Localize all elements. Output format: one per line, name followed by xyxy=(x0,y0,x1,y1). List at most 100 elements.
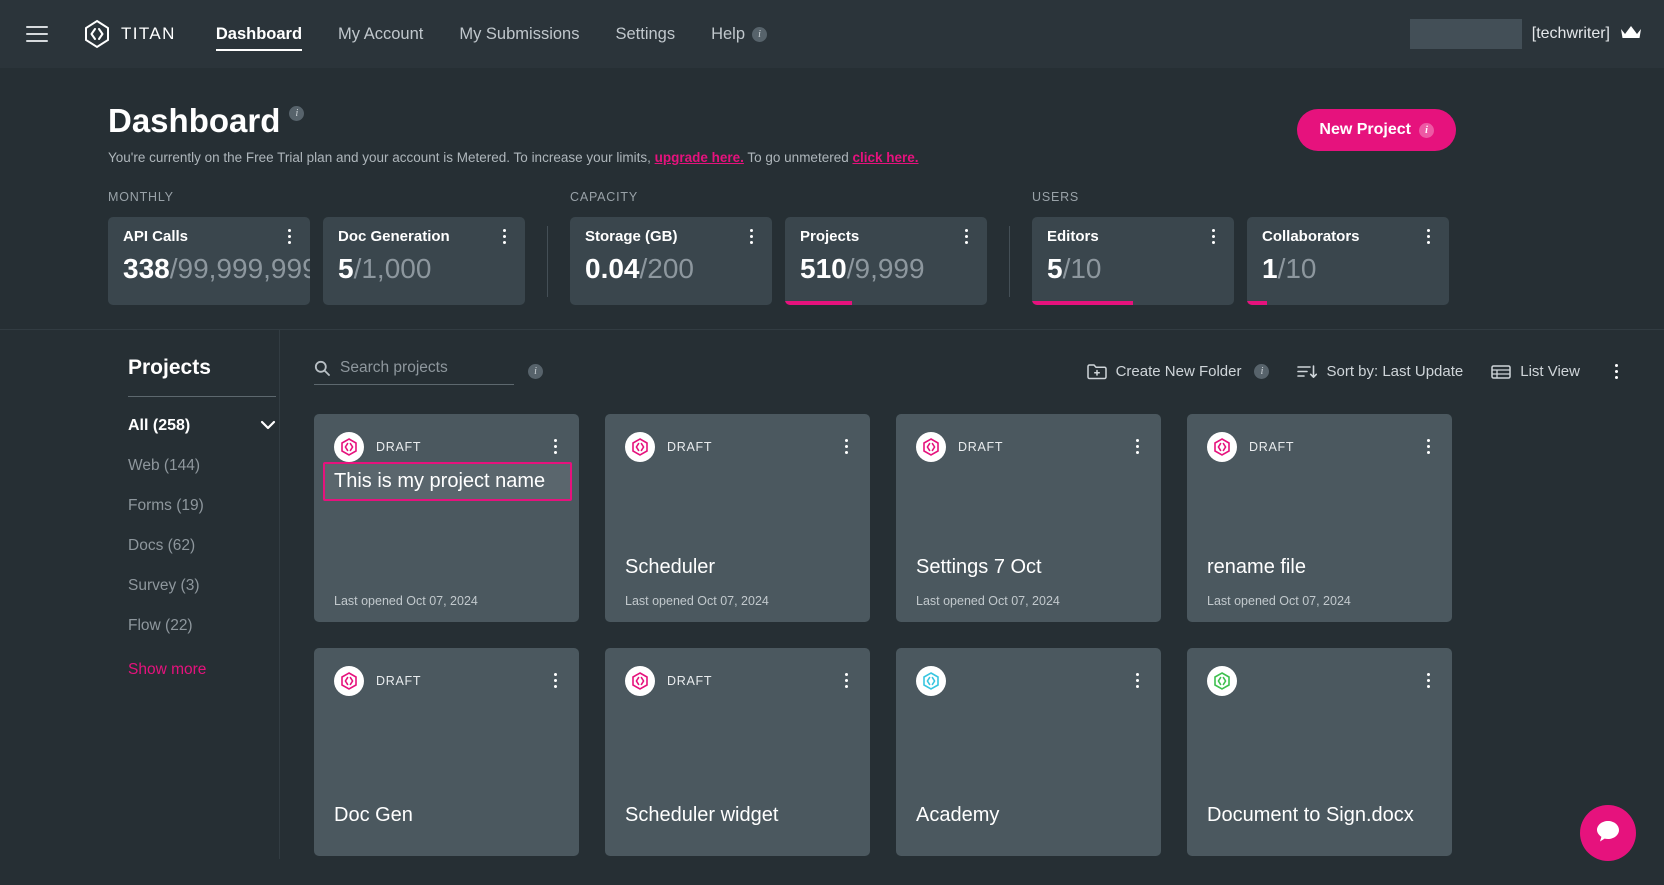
metric-card-projects-progress xyxy=(785,301,852,305)
project-type-icon xyxy=(625,666,655,696)
metric-card-storage-menu-icon[interactable] xyxy=(743,228,759,246)
metric-card-collaborators[interactable]: Collaborators 1/10 xyxy=(1247,217,1449,305)
sidebar-item-survey[interactable]: Survey (3) xyxy=(128,577,279,595)
dashboard-info-icon[interactable]: i xyxy=(289,106,304,121)
chevron-down-icon[interactable] xyxy=(260,417,276,435)
metric-card-doc-generation-menu-icon[interactable] xyxy=(496,228,512,246)
metric-group-users: USERS Editors 5/10 Collaborators xyxy=(1032,190,1449,305)
project-status-badge: DRAFT xyxy=(376,440,421,454)
redacted-account-field xyxy=(1410,19,1522,49)
projects-sidebar: Projects All (258) Web (144) Forms (19) … xyxy=(0,330,280,859)
project-card[interactable]: DRAFT Doc Gen xyxy=(314,648,579,856)
project-card[interactable]: DRAFT Scheduler widget xyxy=(605,648,870,856)
metric-card-storage[interactable]: Storage (GB) 0.04/200 xyxy=(570,217,772,305)
project-last-opened: Last opened Oct 07, 2024 xyxy=(916,594,1145,608)
metric-card-editors-limit: /10 xyxy=(1063,253,1102,284)
metric-card-editors[interactable]: Editors 5/10 xyxy=(1032,217,1234,305)
project-card-menu-icon[interactable] xyxy=(1129,438,1145,456)
project-name[interactable]: Settings 7 Oct xyxy=(916,555,1145,580)
brand-logo[interactable]: TITAN xyxy=(82,19,176,49)
project-name[interactable]: Academy xyxy=(916,803,1145,828)
project-card-menu-icon[interactable] xyxy=(1420,438,1436,456)
sidebar-item-forms[interactable]: Forms (19) xyxy=(128,497,279,515)
click-here-link[interactable]: click here. xyxy=(852,150,918,165)
metric-card-api-calls-value: 338 xyxy=(123,253,170,284)
project-name-input[interactable]: This is my project name xyxy=(323,462,572,501)
project-type-icon xyxy=(916,666,946,696)
sort-by-label: Sort by: Last Update xyxy=(1326,363,1463,380)
project-card-menu-icon[interactable] xyxy=(1129,672,1145,690)
metric-group-capacity-label: CAPACITY xyxy=(570,190,987,204)
project-card[interactable]: DRAFT This is my project name Last opene… xyxy=(314,414,579,622)
metric-card-doc-generation-value: 5 xyxy=(338,253,354,284)
search-projects-box[interactable] xyxy=(314,359,514,385)
sidebar-item-flow[interactable]: Flow (22) xyxy=(128,617,279,635)
metric-card-api-calls-title: API Calls xyxy=(123,228,188,245)
project-name[interactable]: rename file xyxy=(1207,555,1436,580)
project-card-menu-icon[interactable] xyxy=(1420,672,1436,690)
list-view-label: List View xyxy=(1520,363,1580,380)
list-view-button[interactable]: List View xyxy=(1491,363,1580,380)
metric-card-editors-menu-icon[interactable] xyxy=(1205,228,1221,246)
project-name[interactable]: Scheduler widget xyxy=(625,803,854,828)
sidebar-show-more-link[interactable]: Show more xyxy=(128,661,279,679)
nav-link-my-account[interactable]: My Account xyxy=(320,0,441,68)
metric-card-projects-value-row: 510/9,999 xyxy=(800,253,974,285)
project-type-icon xyxy=(1207,432,1237,462)
metric-card-projects[interactable]: Projects 510/9,999 xyxy=(785,217,987,305)
chat-widget-button[interactable] xyxy=(1580,805,1636,861)
new-project-info-icon[interactable]: i xyxy=(1419,123,1434,138)
top-navigation-bar: TITAN Dashboard My Account My Submission… xyxy=(0,0,1664,68)
metric-card-api-calls-menu-icon[interactable] xyxy=(281,228,297,246)
sidebar-item-forms-label: Forms (19) xyxy=(128,497,204,514)
new-project-button[interactable]: New Project i xyxy=(1297,109,1456,151)
project-name[interactable]: Doc Gen xyxy=(334,803,563,828)
metric-card-projects-title: Projects xyxy=(800,228,859,245)
crown-icon xyxy=(1620,24,1642,45)
nav-link-dashboard[interactable]: Dashboard xyxy=(216,0,320,68)
metric-card-projects-value: 510 xyxy=(800,253,847,284)
sort-by-button[interactable]: Sort by: Last Update xyxy=(1297,363,1463,380)
sidebar-item-docs[interactable]: Docs (62) xyxy=(128,537,279,555)
project-card[interactable]: Document to Sign.docx xyxy=(1187,648,1452,856)
nav-link-help[interactable]: Help i xyxy=(693,0,785,68)
project-card-menu-icon[interactable] xyxy=(547,438,563,456)
metric-card-storage-value: 0.04 xyxy=(585,253,640,284)
sidebar-item-flow-label: Flow (22) xyxy=(128,617,193,634)
sidebar-item-web[interactable]: Web (144) xyxy=(128,457,279,475)
project-card-menu-icon[interactable] xyxy=(547,672,563,690)
metric-card-projects-menu-icon[interactable] xyxy=(958,228,974,246)
help-info-icon[interactable]: i xyxy=(752,27,767,42)
upgrade-here-link[interactable]: upgrade here. xyxy=(655,150,744,165)
nav-link-my-submissions[interactable]: My Submissions xyxy=(441,0,597,68)
nav-link-settings[interactable]: Settings xyxy=(597,0,693,68)
create-folder-info-icon[interactable]: i xyxy=(1254,364,1269,379)
project-card[interactable]: DRAFT Settings 7 Oct Last opened Oct 07,… xyxy=(896,414,1161,622)
hamburger-menu-icon[interactable] xyxy=(26,26,48,42)
project-name[interactable]: Document to Sign.docx xyxy=(1207,803,1436,828)
project-card-menu-icon[interactable] xyxy=(838,438,854,456)
metric-card-doc-generation[interactable]: Doc Generation 5/1,000 xyxy=(323,217,525,305)
metric-card-collaborators-menu-icon[interactable] xyxy=(1420,228,1436,246)
create-new-folder-button[interactable]: Create New Folder i xyxy=(1087,363,1270,380)
project-last-opened: Last opened Oct 07, 2024 xyxy=(334,594,563,608)
project-card[interactable]: Academy xyxy=(896,648,1161,856)
metric-group-users-label: USERS xyxy=(1032,190,1449,204)
project-name[interactable]: Scheduler xyxy=(625,555,854,580)
metric-card-api-calls[interactable]: API Calls 338/99,999,999 xyxy=(108,217,310,305)
metric-card-collaborators-value-row: 1/10 xyxy=(1262,253,1436,285)
projects-overflow-menu-icon[interactable] xyxy=(1608,363,1624,381)
project-card-menu-icon[interactable] xyxy=(838,672,854,690)
create-new-folder-label: Create New Folder xyxy=(1116,363,1242,380)
projects-toolbar-actions: Create New Folder i Sort by: Last Update… xyxy=(1087,363,1624,381)
search-input[interactable] xyxy=(340,359,514,377)
search-info-icon[interactable]: i xyxy=(528,364,543,379)
project-card[interactable]: DRAFT rename file Last opened Oct 07, 20… xyxy=(1187,414,1452,622)
metric-card-editors-value-row: 5/10 xyxy=(1047,253,1221,285)
user-name-label: [techwriter] xyxy=(1532,25,1610,43)
sidebar-item-all[interactable]: All (258) xyxy=(128,417,276,435)
metric-card-storage-limit: /200 xyxy=(640,253,695,284)
project-card[interactable]: DRAFT Scheduler Last opened Oct 07, 2024 xyxy=(605,414,870,622)
metric-card-collaborators-progress xyxy=(1247,301,1267,305)
plan-notice-text-2: To go unmetered xyxy=(744,150,853,165)
